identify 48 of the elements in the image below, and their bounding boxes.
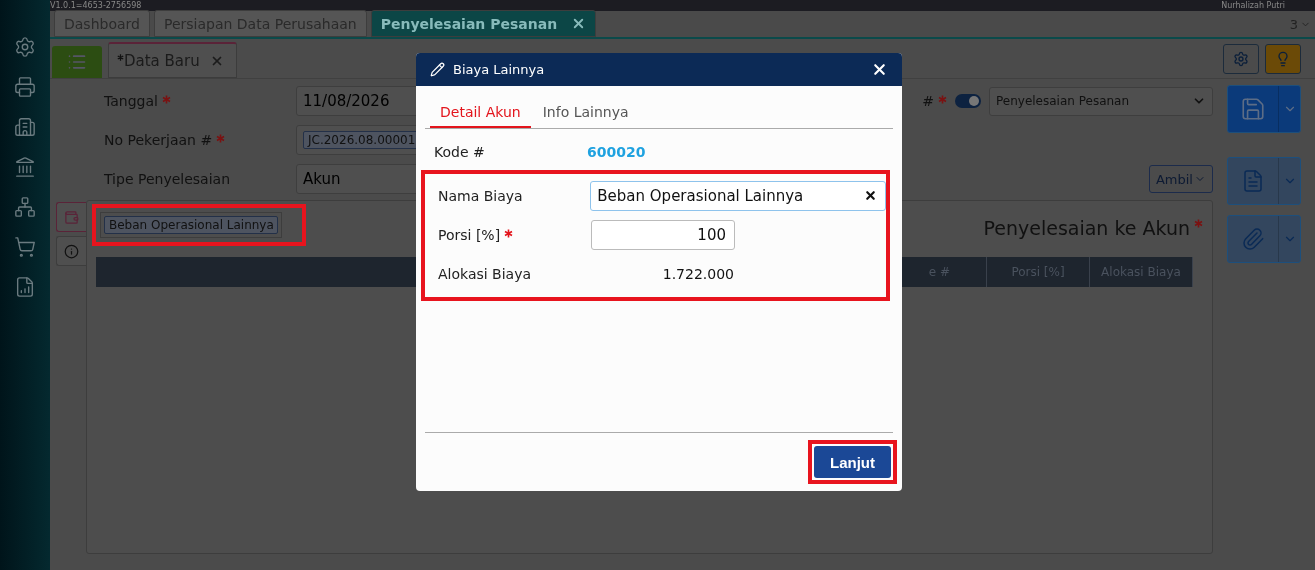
type-select[interactable]: Penyelesaian Pesanan bbox=[989, 86, 1213, 116]
version-text: V1.0.1=4653-2756598 bbox=[50, 0, 142, 11]
building-icon[interactable] bbox=[14, 116, 36, 138]
document-icon bbox=[1241, 169, 1265, 193]
input-field[interactable]: Beban Operasional Lainnya bbox=[590, 180, 886, 211]
clear-icon[interactable] bbox=[864, 189, 877, 202]
lightbulb-icon bbox=[1275, 51, 1291, 67]
asterisk-icon bbox=[216, 134, 226, 143]
user-name: Nurhalizah Putri bbox=[1221, 0, 1285, 11]
panel-title: Penyelesaian ke Akun bbox=[983, 217, 1203, 239]
field-label: No Pekerjaan # bbox=[104, 132, 296, 148]
field-label: Porsi [%] bbox=[438, 226, 591, 243]
printer-icon[interactable] bbox=[14, 76, 36, 98]
field-label: # bbox=[922, 93, 947, 109]
cart-icon[interactable] bbox=[14, 236, 36, 258]
dialog-tab[interactable]: Detail Akun bbox=[430, 98, 531, 128]
close-icon[interactable] bbox=[871, 61, 888, 78]
bank-icon[interactable] bbox=[14, 156, 36, 178]
asterisk-icon bbox=[938, 95, 947, 104]
page-tab[interactable]: Penyelesaian Pesanan bbox=[370, 10, 597, 37]
field-label: Tanggal bbox=[104, 93, 296, 109]
asterisk-icon bbox=[1194, 219, 1203, 228]
info-icon bbox=[64, 243, 79, 259]
field-value: 1.722.000 bbox=[661, 265, 734, 282]
side-tab[interactable] bbox=[56, 236, 86, 266]
settings-icon bbox=[1233, 51, 1249, 67]
dialog-title: Biaya Lainnya bbox=[453, 62, 546, 77]
list-icon bbox=[67, 52, 87, 72]
paperclip-icon bbox=[1241, 227, 1265, 251]
pencil-icon bbox=[430, 62, 445, 77]
save-icon bbox=[1240, 96, 1266, 122]
asterisk-icon bbox=[504, 228, 514, 238]
input-field[interactable]: 100 bbox=[591, 219, 735, 250]
fetch-button[interactable]: Ambil bbox=[1148, 165, 1213, 193]
save-button[interactable] bbox=[1227, 85, 1301, 133]
dialog-tab[interactable]: Info Lainnya bbox=[532, 98, 639, 128]
report-icon[interactable] bbox=[14, 276, 36, 298]
field-label: Tipe Penyelesaian bbox=[104, 171, 231, 187]
account-code: 600020 bbox=[587, 143, 646, 160]
continue-button[interactable]: Lanjut bbox=[814, 446, 891, 478]
field-label: Alokasi Biaya bbox=[438, 265, 533, 282]
toggle-switch[interactable] bbox=[955, 94, 981, 108]
wallet-icon bbox=[64, 209, 79, 225]
settings-icon[interactable] bbox=[14, 36, 36, 58]
network-icon[interactable] bbox=[14, 196, 36, 218]
asterisk-icon bbox=[117, 53, 124, 61]
field-label: Nama Biaya bbox=[438, 187, 524, 204]
asterisk-icon bbox=[161, 95, 171, 104]
